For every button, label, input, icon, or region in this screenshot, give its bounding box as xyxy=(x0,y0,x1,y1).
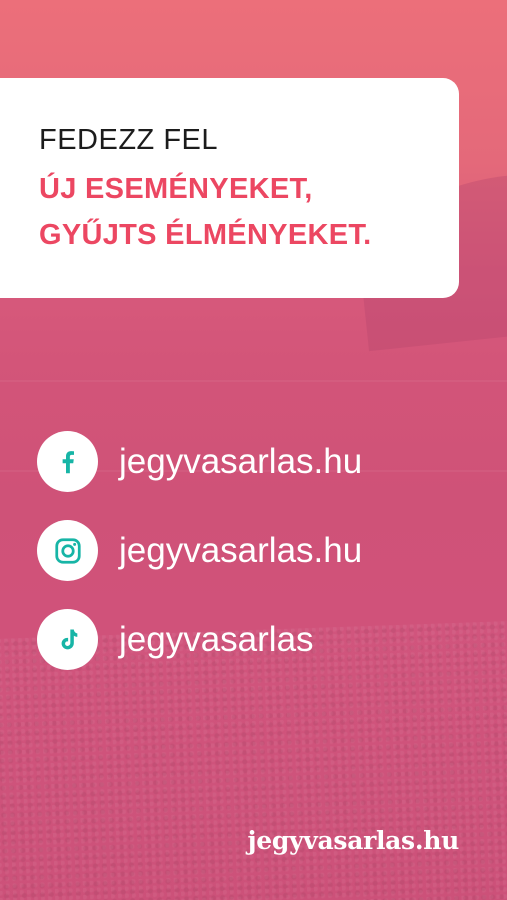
headline-line-3: GYŰJTS ÉLMÉNYEKET. xyxy=(39,219,372,251)
social-label: jegyvasarlas xyxy=(119,619,314,659)
social-label: jegyvasarlas.hu xyxy=(119,530,363,570)
social-tiktok[interactable]: jegyvasarlas xyxy=(37,609,314,670)
social-instagram[interactable]: jegyvasarlas.hu xyxy=(37,520,362,581)
social-facebook[interactable]: jegyvasarlas.hu xyxy=(37,431,362,492)
tiktok-icon xyxy=(37,609,98,670)
headline-line-2: ÚJ ESEMÉNYEKET, xyxy=(39,173,313,205)
instagram-icon xyxy=(37,520,98,581)
social-label: jegyvasarlas.hu xyxy=(119,441,363,481)
headline-card: FEDEZZ FEL ÚJ ESEMÉNYEKET, GYŰJTS ÉLMÉNY… xyxy=(0,78,459,298)
brand-logo: jegyvasarlas.hu xyxy=(247,826,460,855)
facebook-icon xyxy=(37,431,98,492)
headline-line-1: FEDEZZ FEL xyxy=(39,124,219,156)
sea-line xyxy=(0,380,507,382)
